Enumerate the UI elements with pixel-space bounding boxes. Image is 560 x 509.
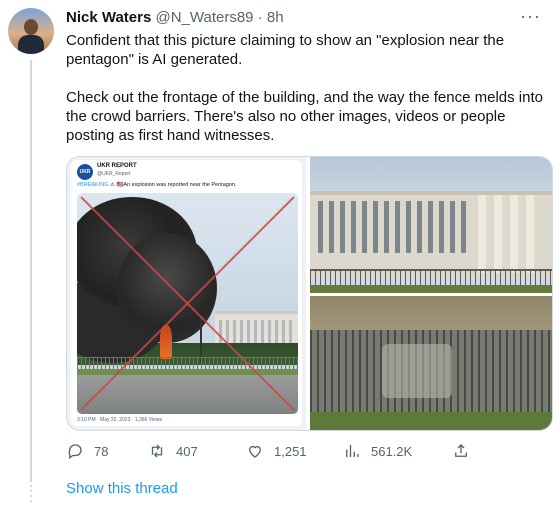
reply-count: 78: [94, 443, 109, 459]
tweet-header: Nick Waters @N_Waters89 · 8h: [66, 8, 284, 28]
account-logo: UKR: [77, 164, 93, 180]
breaking-text: ⚠ 🇺🇸An explosion was reported near the P…: [110, 182, 237, 188]
explosion-photo: [77, 193, 298, 414]
tweet-paragraph-1: Confident that this picture claiming to …: [66, 32, 505, 68]
show-thread-link[interactable]: Show this thread: [66, 480, 178, 497]
avatar[interactable]: [8, 8, 54, 54]
separator: ·: [257, 9, 263, 26]
views-icon: [346, 445, 359, 457]
media-building-photo[interactable]: [310, 157, 552, 293]
media-fence-closeup[interactable]: [310, 296, 552, 430]
column: [526, 195, 534, 273]
column: [494, 195, 502, 273]
embedded-tweet-text: #BREAKING ⚠ 🇺🇸An explosion was reported …: [77, 182, 236, 188]
action-bar: 78 407 1,251 561.2K: [66, 438, 546, 464]
media-screenshot[interactable]: UKR UKR REPORT @UKR_Report #BREAKING ⚠ 🇺…: [67, 157, 306, 430]
share-button[interactable]: [452, 438, 480, 464]
embedded-tweet-card: UKR UKR REPORT @UKR_Report #BREAKING ⚠ 🇺…: [71, 160, 302, 426]
breaking-hashtag: #BREAKING: [77, 182, 109, 188]
reply-button[interactable]: 78: [66, 438, 108, 464]
more-horizontal-icon[interactable]: ···: [520, 6, 541, 27]
embedded-account-name: UKR REPORT: [97, 163, 137, 169]
tweet-text: Confident that this picture claiming to …: [66, 31, 546, 164]
like-button[interactable]: 1,251: [246, 438, 307, 464]
thread-line: [30, 60, 32, 480]
timestamp[interactable]: 8h: [267, 9, 284, 26]
blurred-artifact: [382, 344, 452, 398]
thread-connector: [30, 480, 32, 504]
column: [478, 195, 486, 273]
grass: [310, 412, 552, 430]
views-button[interactable]: 561.2K: [343, 438, 412, 464]
column: [510, 195, 518, 273]
avatar-head: [24, 19, 38, 35]
like-count: 1,251: [274, 443, 307, 459]
embedded-tweet-footer: 3:10 PM · May 22, 2023 · 1,366 Views: [77, 417, 162, 423]
retweet-icon: [151, 444, 163, 458]
grass: [310, 285, 552, 293]
building-windows: [318, 201, 468, 253]
retweet-count: 407: [176, 443, 198, 459]
embedded-account-handle: @UKR_Report: [97, 171, 131, 177]
views-count: 561.2K: [371, 443, 413, 459]
media-grid: UKR UKR REPORT @UKR_Report #BREAKING ⚠ 🇺…: [66, 156, 553, 431]
tweet-paragraph-2: Check out the frontage of the building, …: [66, 89, 543, 144]
display-name[interactable]: Nick Waters: [66, 9, 151, 26]
red-x-mark: [80, 196, 295, 411]
share-icon: [455, 444, 467, 457]
user-handle[interactable]: @N_Waters89: [155, 9, 253, 26]
avatar-body: [18, 35, 44, 54]
reply-icon: [68, 444, 82, 460]
like-icon: [249, 445, 261, 458]
retweet-button[interactable]: 407: [148, 438, 198, 464]
